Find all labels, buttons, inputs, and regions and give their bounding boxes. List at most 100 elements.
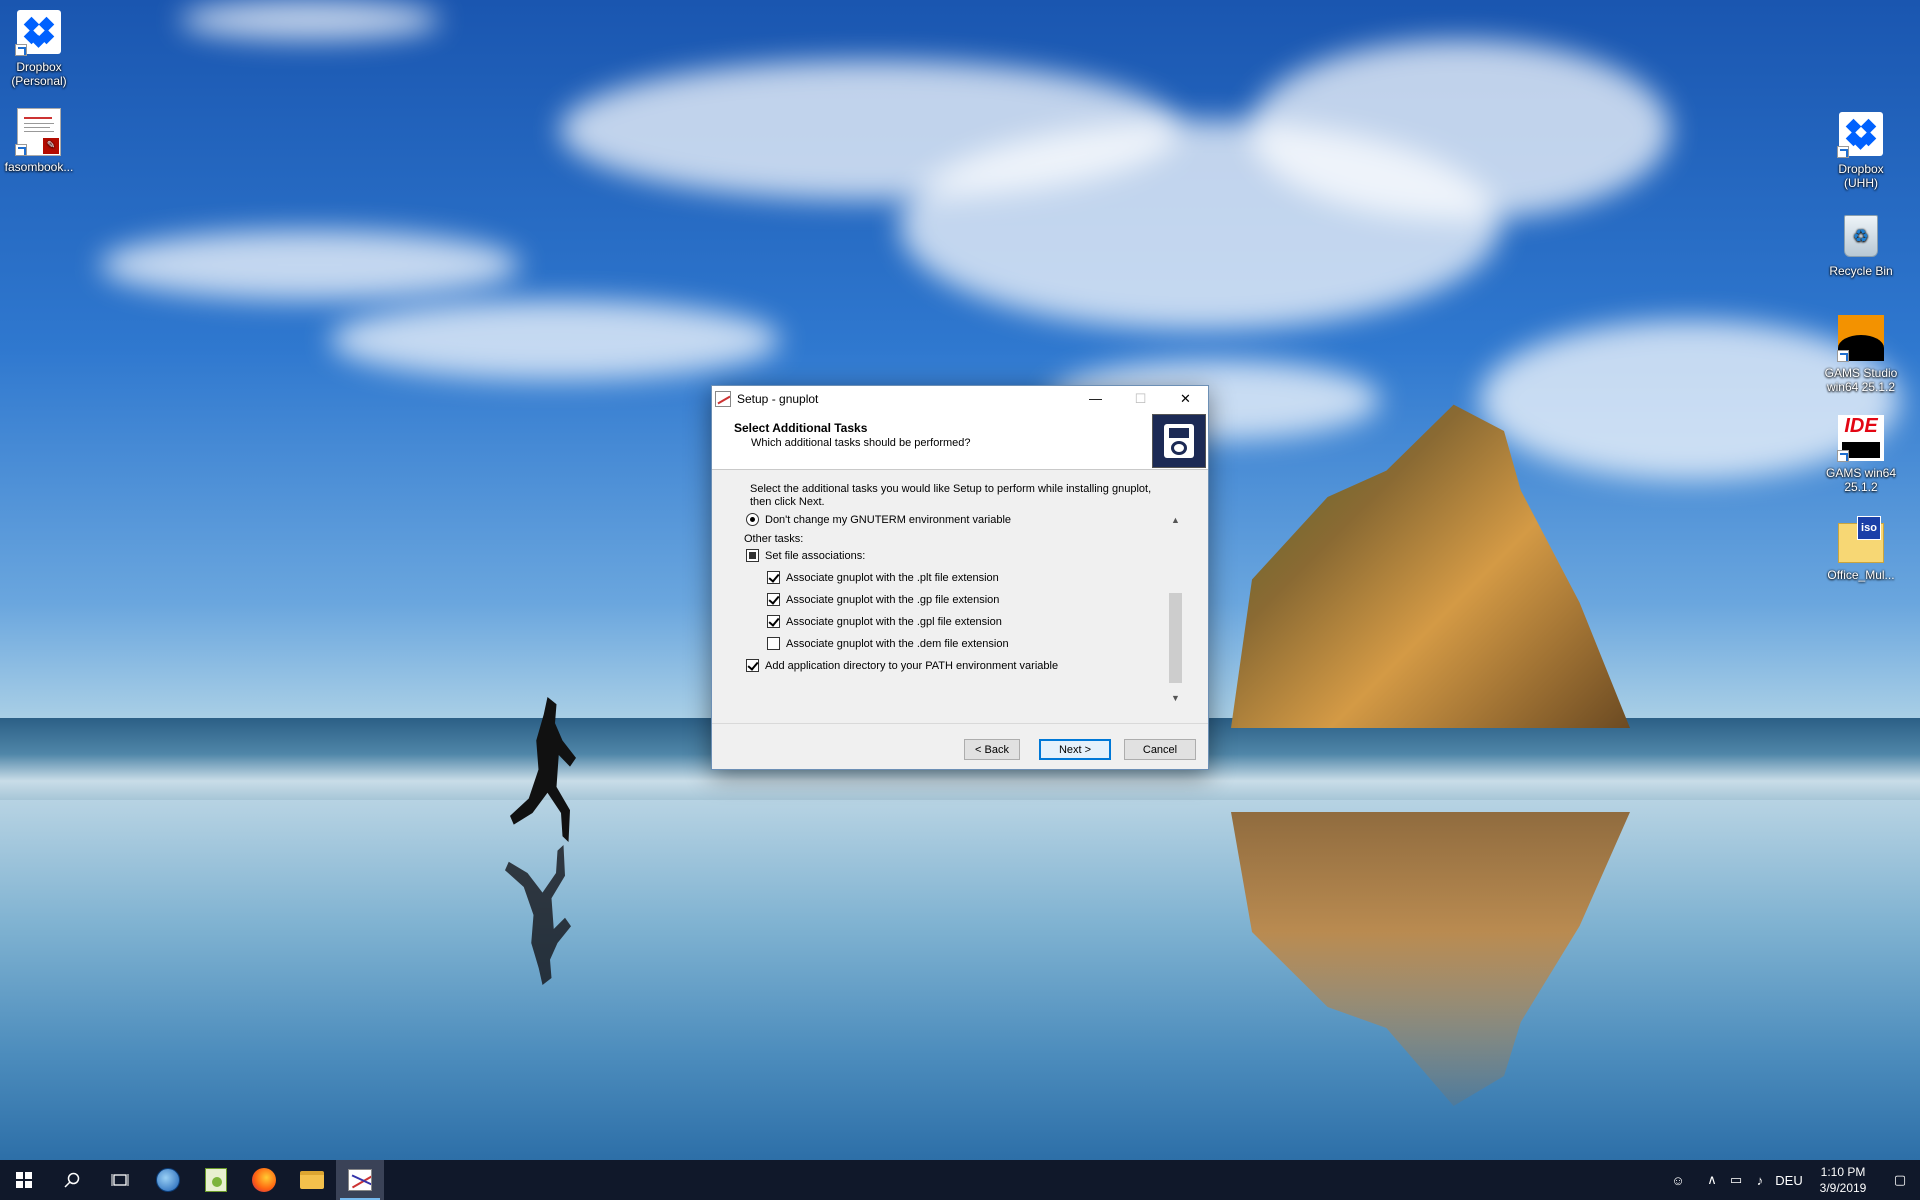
shortcut-arrow-icon <box>15 144 27 156</box>
task-assoc-dem[interactable]: Associate gnuplot with the .dem file ext… <box>767 637 1009 650</box>
desktop-icon-fasombook[interactable]: ✎ fasombook... <box>0 108 78 174</box>
iso-label: iso <box>1857 516 1881 540</box>
desktop-icon-dropbox-uhh[interactable]: Dropbox (UHH) <box>1822 110 1900 190</box>
people-icon[interactable]: ☺ <box>1666 1160 1690 1200</box>
dialog-titlebar[interactable]: Setup - gnuplot — ☐ ✕ <box>712 386 1208 411</box>
desktop-icon-office-iso[interactable]: iso Office_Mul... <box>1822 516 1900 582</box>
desktop-icon-recycle-bin[interactable]: ♻ Recycle Bin <box>1822 212 1900 278</box>
task-view-icon <box>111 1174 129 1186</box>
taskbar: ☺ ∧ ▭ ♪ DEU 1:10 PM 3/9/2019 ▢ <box>0 1160 1920 1200</box>
clock[interactable]: 1:10 PM 3/9/2019 <box>1806 1164 1880 1196</box>
task-label: Associate gnuplot with the .gp file exte… <box>786 593 1000 606</box>
task-assoc-plt[interactable]: Associate gnuplot with the .plt file ext… <box>767 571 999 584</box>
shortcut-arrow-icon <box>1837 450 1849 462</box>
gnuplot-app-icon <box>715 390 731 407</box>
windows-logo-icon <box>16 1172 32 1188</box>
action-center-icon[interactable]: ▢ <box>1880 1160 1920 1200</box>
taskbar-app-file-explorer[interactable] <box>288 1160 336 1200</box>
desktop-icon-label: 25.1.2 <box>1844 480 1878 494</box>
firefox-icon <box>252 1168 276 1192</box>
taskbar-app-gnuplot-setup[interactable] <box>336 1160 384 1200</box>
scroll-thumb[interactable] <box>1169 593 1182 683</box>
desktop-icon-label: fasombook... <box>4 160 74 174</box>
intro-text: Select the additional tasks you would li… <box>750 483 1151 509</box>
folder-icon <box>300 1171 324 1189</box>
pdf-file-icon: ✎ <box>15 108 63 156</box>
desktop-icon-label: GAMS Studio <box>1824 366 1898 380</box>
thunderbird-icon <box>156 1168 180 1192</box>
system-tray: ☺ ∧ ▭ ♪ DEU 1:10 PM 3/9/2019 ▢ <box>1666 1160 1920 1200</box>
scroll-down-arrow-icon[interactable]: ▼ <box>1167 689 1184 706</box>
desktop-icon-gams-studio[interactable]: GAMS Studio win64 25.1.2 <box>1822 314 1900 394</box>
checkbox[interactable] <box>767 637 780 650</box>
task-radio-gnuterm[interactable]: Don't change my GNUTERM environment vari… <box>746 513 1011 526</box>
header-title: Select Additional Tasks <box>734 421 868 435</box>
setup-dialog: Setup - gnuplot — ☐ ✕ Select Additional … <box>711 385 1209 770</box>
intro-line: Select the additional tasks you would li… <box>750 483 1152 495</box>
notepad-plus-plus-icon <box>205 1168 227 1192</box>
start-button[interactable] <box>0 1160 48 1200</box>
desktop-icon-gams-win64[interactable]: IDE GAMS win64 25.1.2 <box>1822 414 1900 494</box>
desktop-icon-label: Office_Mul... <box>1827 568 1895 582</box>
taskbar-app-notepadpp[interactable] <box>192 1160 240 1200</box>
desktop-icon-label: win64 25.1.2 <box>1826 380 1896 394</box>
checkbox[interactable] <box>746 659 759 672</box>
wizard-body: Select the additional tasks you would li… <box>712 471 1208 723</box>
wizard-footer: < Back Next > Cancel <box>712 723 1208 769</box>
task-label: Don't change my GNUTERM environment vari… <box>765 513 1012 526</box>
desktop-icon-dropbox-personal[interactable]: Dropbox (Personal) <box>0 8 78 88</box>
radio-button[interactable] <box>746 513 759 526</box>
gams-studio-icon <box>1837 314 1885 362</box>
clock-date: 3/9/2019 <box>1819 1181 1867 1195</box>
recycle-bin-icon: ♻ <box>1837 212 1885 260</box>
task-label: Set file associations: <box>765 549 866 562</box>
dialog-title: Setup - gnuplot <box>737 391 819 406</box>
shortcut-arrow-icon <box>1837 146 1849 158</box>
task-label: Add application directory to your PATH e… <box>765 659 1059 672</box>
taskbar-app-firefox[interactable] <box>240 1160 288 1200</box>
clock-time: 1:10 PM <box>1820 1165 1866 1179</box>
desktop-icon-label: Dropbox <box>1838 162 1884 176</box>
scroll-up-arrow-icon[interactable]: ▲ <box>1167 511 1184 528</box>
desktop-icon-label: Dropbox <box>16 60 62 74</box>
input-language-indicator[interactable]: DEU <box>1772 1160 1806 1200</box>
cancel-button[interactable]: Cancel <box>1124 739 1196 760</box>
task-list-scrollbar[interactable]: ▲ ▼ <box>1167 511 1184 706</box>
taskbar-app-thunderbird[interactable] <box>144 1160 192 1200</box>
task-label: Associate gnuplot with the .gpl file ext… <box>786 615 1002 628</box>
header-subtitle: Which additional tasks should be perform… <box>751 437 971 449</box>
task-set-file-associations[interactable]: Set file associations: <box>746 549 865 562</box>
search-icon <box>64 1172 80 1188</box>
minimize-button[interactable]: — <box>1073 386 1118 411</box>
task-view-button[interactable] <box>96 1160 144 1200</box>
checkbox[interactable] <box>767 615 780 628</box>
checkbox[interactable] <box>767 571 780 584</box>
next-button[interactable]: Next > <box>1039 739 1111 760</box>
show-hidden-icons-chevron-icon[interactable]: ∧ <box>1700 1160 1724 1200</box>
close-button[interactable]: ✕ <box>1163 386 1208 411</box>
beach <box>0 800 1920 1160</box>
intro-line: then click Next. <box>750 496 825 508</box>
checkbox[interactable] <box>746 549 759 562</box>
wizard-image-icon <box>1152 414 1206 468</box>
search-button[interactable] <box>48 1160 96 1200</box>
ide-logo-text: IDE <box>1844 415 1878 437</box>
task-assoc-gpl[interactable]: Associate gnuplot with the .gpl file ext… <box>767 615 1002 628</box>
gnuplot-icon <box>348 1169 372 1191</box>
desktop-icon-label: Recycle Bin <box>1829 264 1893 278</box>
task-label: Associate gnuplot with the .plt file ext… <box>786 571 999 584</box>
task-assoc-gp[interactable]: Associate gnuplot with the .gp file exte… <box>767 593 999 606</box>
shortcut-arrow-icon <box>15 44 27 56</box>
dropbox-icon <box>15 8 63 56</box>
volume-icon[interactable]: ♪ <box>1748 1160 1772 1200</box>
task-list: Don't change my GNUTERM environment vari… <box>742 511 1189 706</box>
task-add-path[interactable]: Add application directory to your PATH e… <box>746 659 1058 672</box>
back-button[interactable]: < Back <box>964 739 1020 760</box>
desktop-icon-label: GAMS win64 <box>1825 466 1897 480</box>
gams-ide-icon: IDE <box>1837 414 1885 462</box>
network-icon[interactable]: ▭ <box>1724 1160 1748 1200</box>
dropbox-icon <box>1837 110 1885 158</box>
iso-folder-icon: iso <box>1837 516 1885 564</box>
task-label: Associate gnuplot with the .dem file ext… <box>786 637 1009 650</box>
checkbox[interactable] <box>767 593 780 606</box>
